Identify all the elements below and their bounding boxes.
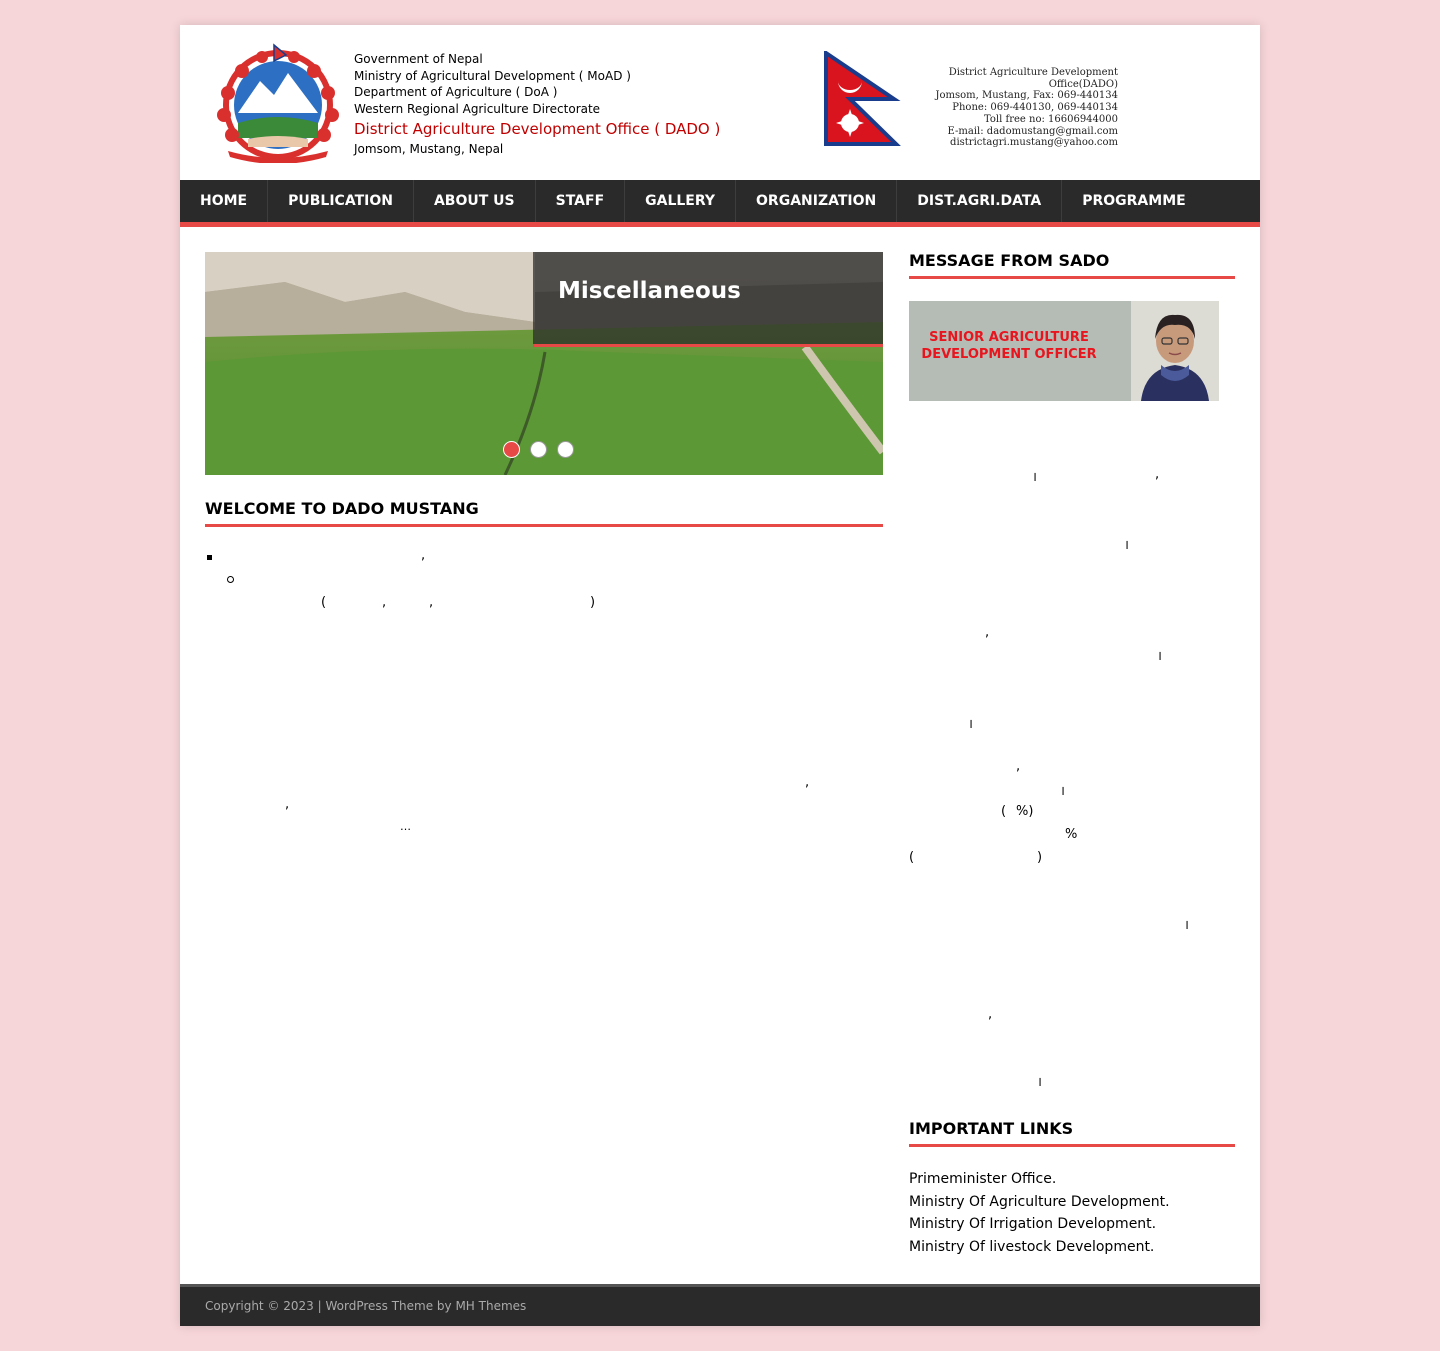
text-glyph: । [1184,918,1189,933]
gov-line: Western Regional Agriculture Directorate [354,102,601,117]
important-links-title: IMPORTANT LINKS [909,1119,1235,1147]
text-glyph: , [382,595,387,610]
text-glyph: … [400,820,411,833]
text-glyph: %) [1016,804,1034,819]
text-glyph: , [805,775,810,790]
text-glyph: । [968,717,973,732]
office-name: District Agriculture Development Office … [354,119,721,138]
bullet-square-icon [207,555,212,560]
image-slider[interactable]: Miscellaneous [205,252,883,475]
nav-item-dist-agri-data[interactable]: DIST.AGRI.DATA [897,180,1063,222]
slider-pagination [503,441,584,458]
text-glyph: , [1016,759,1021,774]
text-glyph: , [421,548,426,563]
important-links-list: Primeminister Office. Ministry Of Agricu… [909,1168,1170,1258]
slide-caption-title[interactable]: Miscellaneous [558,278,741,304]
contact-line: Jomsom, Mustang, Fax: 069-440134 [935,90,1118,102]
welcome-body: , ( , , ) , , … [205,545,883,865]
main-nav: HOME PUBLICATION ABOUT US STAFF GALLERY … [180,180,1260,227]
text-glyph: । [1032,470,1037,485]
slider-dot-2[interactable] [530,441,547,458]
nav-item-home[interactable]: HOME [180,180,269,222]
officer-portrait-image [1131,301,1219,401]
text-glyph: । [1060,784,1065,799]
contact-line: Toll free no: 16606944000 [984,113,1118,125]
nav-item-about-us[interactable]: ABOUT US [414,180,536,222]
text-glyph: , [1155,467,1160,482]
text-glyph: % [1065,827,1078,842]
message-section: MESSAGE FROM SADO [909,251,1235,279]
text-glyph: । [1037,1075,1042,1090]
site-header: Government of Nepal Ministry of Agricult… [180,25,1260,180]
link-primeminister-office[interactable]: Primeminister Office. [909,1168,1170,1191]
nav-item-gallery[interactable]: GALLERY [625,180,737,222]
text-glyph: ( [909,850,915,865]
nav-item-staff[interactable]: STAFF [536,180,626,222]
text-glyph: , [988,1007,993,1022]
contact-line: E-mail: dadomustang@gmail.com [947,125,1118,137]
office-location: Jomsom, Mustang, Nepal [354,141,504,156]
link-ministry-agriculture[interactable]: Ministry Of Agriculture Development. [909,1191,1170,1214]
text-glyph: । [1124,538,1129,553]
text-glyph: , [429,595,434,610]
gov-line: Department of Agriculture ( DoA ) [354,85,558,100]
slider-dot-1[interactable] [503,441,520,458]
nepal-emblem-logo[interactable] [208,43,350,163]
sado-photo [1131,301,1219,401]
bullet-circle-icon [227,576,234,583]
important-links-section: IMPORTANT LINKS [909,1119,1235,1147]
slider-dot-3[interactable] [557,441,574,458]
nav-item-organization[interactable]: ORGANIZATION [736,180,898,222]
sado-banner[interactable]: SENIOR AGRICULTURE DEVELOPMENT OFFICER [909,301,1219,401]
gov-line: Ministry of Agricultural Development ( M… [354,68,631,83]
contact-block: District Agriculture Development Office(… [880,67,1118,149]
text-glyph: ( [1001,804,1007,819]
text-glyph: । [1157,649,1162,664]
text-glyph: ) [1037,850,1043,865]
sado-banner-text: SENIOR AGRICULTURE DEVELOPMENT OFFICER [921,330,1097,362]
text-glyph: ( [321,595,327,610]
welcome-section: WELCOME TO DADO MUSTANG [205,499,883,527]
sado-message-text: । , । , । । , । ( %) % ( ) । , । [909,465,1235,1105]
link-ministry-livestock[interactable]: Ministry Of livestock Development. [909,1236,1170,1259]
site-footer: Copyright © 2023 | WordPress Theme by MH… [180,1284,1260,1326]
gov-line: Government of Nepal [354,52,483,66]
nav-item-publication[interactable]: PUBLICATION [268,180,414,222]
message-title: MESSAGE FROM SADO [909,251,1235,279]
text-glyph: ) [590,595,596,610]
contact-line: districtagri.mustang@yahoo.com [950,137,1118,149]
page-wrapper: Government of Nepal Ministry of Agricult… [180,25,1260,1326]
text-glyph: , [985,625,990,640]
government-title-block: Government of Nepal Ministry of Agricult… [354,51,720,158]
welcome-title: WELCOME TO DADO MUSTANG [205,499,883,527]
slide-caption[interactable]: Miscellaneous [533,252,883,347]
link-ministry-irrigation[interactable]: Ministry Of Irrigation Development. [909,1213,1170,1236]
contact-line: District Agriculture Development Office(… [948,67,1118,90]
footer-copyright: Copyright © 2023 | WordPress Theme by MH… [205,1299,527,1313]
nav-item-programme[interactable]: PROGRAMME [1062,180,1205,222]
contact-line: Phone: 069-440130, 069-440134 [952,102,1118,114]
text-glyph: , [285,797,290,812]
